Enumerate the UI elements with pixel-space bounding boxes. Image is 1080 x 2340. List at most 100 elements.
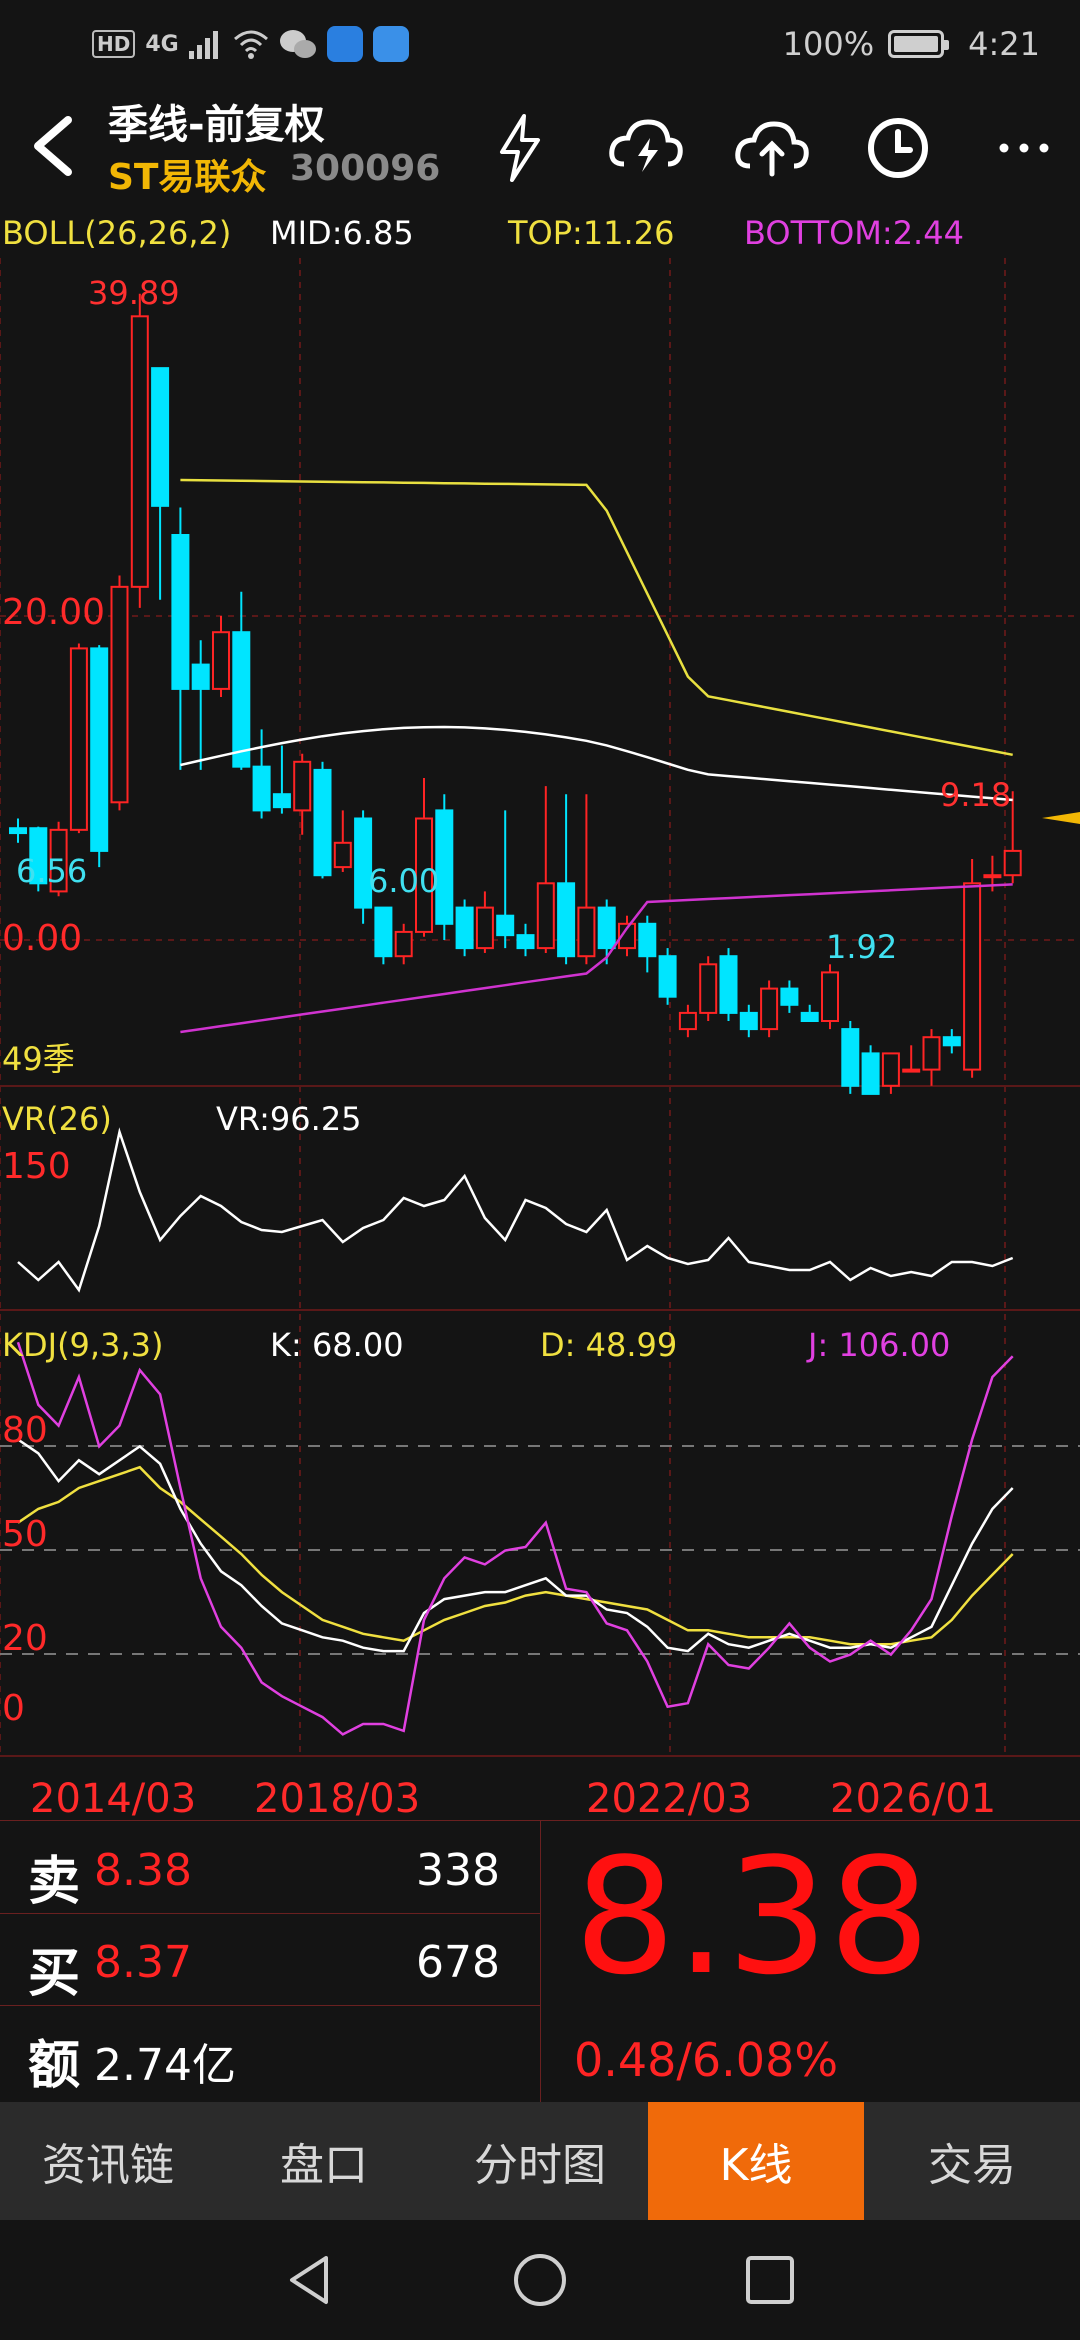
buy-row[interactable]: 买 8.37 678 <box>0 1913 540 2006</box>
wifi-icon <box>233 30 268 59</box>
sell-key: 卖 <box>28 1852 81 1912</box>
kline-chart[interactable] <box>0 206 1080 1770</box>
x-axis-label-1: 2014/03 <box>30 1776 197 1822</box>
cloud-upload-icon[interactable] <box>732 108 812 188</box>
candle-body <box>983 874 1002 879</box>
page-title: 季线-前复权 <box>108 102 325 148</box>
vr-line <box>17 1127 1014 1293</box>
buy-key: 买 <box>28 1944 81 2004</box>
boll-top: TOP:11.26 <box>508 214 675 252</box>
candle-body <box>861 1052 880 1095</box>
tab-kline[interactable]: K线 <box>648 2102 864 2220</box>
candle-body <box>658 955 677 998</box>
candle-body <box>597 906 616 950</box>
candle-body <box>536 882 555 950</box>
x-axis-label-4: 2026/01 <box>830 1776 997 1822</box>
candle-body <box>69 647 88 831</box>
candle-body <box>1003 849 1022 877</box>
candle-body <box>902 1068 921 1073</box>
lightning-icon[interactable] <box>480 108 560 188</box>
kdj-axis-20: 20 <box>2 1618 48 1659</box>
nav-back-icon[interactable] <box>280 2250 340 2310</box>
annotation-last-high: 9.18 <box>940 776 1012 814</box>
cloud-lightning-icon[interactable] <box>606 108 686 188</box>
candle-body <box>760 987 779 1031</box>
candle-body <box>475 906 494 950</box>
boll-top-line <box>180 478 1013 757</box>
candle-body <box>374 906 393 958</box>
candle-body <box>313 768 332 877</box>
vr-value: VR:96.25 <box>216 1100 362 1138</box>
back-icon[interactable] <box>20 106 90 186</box>
kdj-j-line <box>16 1341 1014 1736</box>
candle-body <box>252 765 271 812</box>
candle-body <box>719 955 738 1014</box>
candle-body <box>557 882 576 958</box>
quote-divider <box>540 1821 541 2103</box>
status-left: HD 4G <box>92 22 409 66</box>
status-right: 100% 4:21 <box>783 22 1040 66</box>
candle-body <box>821 971 839 1023</box>
candle-body <box>394 930 413 958</box>
candle-body <box>922 1036 941 1071</box>
last-price: 8.38 <box>574 1823 931 2010</box>
kdj-axis-0: 0 <box>2 1688 25 1729</box>
tab-intraday[interactable]: 分时图 <box>432 2102 648 2220</box>
annotation-low-mid: 6.00 <box>368 862 440 900</box>
boll-mid: MID:6.85 <box>270 214 414 252</box>
candle-body <box>942 1036 961 1047</box>
sell-row[interactable]: 卖 8.38 338 <box>0 1821 540 1914</box>
amount-key: 额 <box>28 2036 81 2096</box>
vr-label: VR(26) <box>2 1100 112 1138</box>
header: 季线-前复权 ST易联众 300096 <box>0 86 1080 206</box>
current-price-marker <box>1042 812 1080 824</box>
tab-trade[interactable]: 交易 <box>864 2102 1080 2220</box>
candle-body <box>780 987 799 1006</box>
annotation-low-right: 1.92 <box>826 928 898 966</box>
sell-price: 8.38 <box>94 1845 192 1896</box>
tab-news-chain[interactable]: 资讯链 <box>0 2102 216 2220</box>
price-change: 0.48/6.08% <box>574 2033 839 2087</box>
battery-icon <box>888 30 950 58</box>
kdj-j: J: 106.00 <box>808 1326 951 1364</box>
battery-percent: 100% <box>782 25 875 63</box>
nav-home-icon[interactable] <box>510 2250 570 2310</box>
candle-body <box>841 1028 860 1087</box>
kdj-label: KDJ(9,3,3) <box>2 1326 164 1364</box>
candle-body <box>739 1011 758 1031</box>
more-icon[interactable] <box>984 108 1064 188</box>
candle-body <box>516 934 535 950</box>
candle-body <box>577 906 596 958</box>
app-icon-2 <box>372 26 409 62</box>
candle-body <box>963 882 982 1071</box>
tab-bar: 资讯链 盘口 分时图 K线 交易 <box>0 2102 1080 2220</box>
quote-panel: 卖 8.38 338 买 8.37 678 额 2.74亿 8.38 0.48/… <box>0 1820 1080 2104</box>
boll-label: BOLL(26,26,2) <box>2 214 232 252</box>
sell-volume: 338 <box>416 1845 500 1896</box>
buy-price: 8.37 <box>94 1937 192 1988</box>
candle-body <box>881 1052 900 1087</box>
stock-code: 300096 <box>290 148 441 189</box>
candle-body <box>9 827 27 835</box>
kdj-d-line <box>17 1465 1014 1646</box>
annotation-high: 39.89 <box>88 274 180 312</box>
tab-order-book[interactable]: 盘口 <box>216 2102 432 2220</box>
candle-body <box>455 906 474 950</box>
candle-body <box>110 585 129 804</box>
buy-volume: 678 <box>416 1937 500 1988</box>
stock-name: ST易联众 <box>108 157 267 198</box>
clock-time: 4:21 <box>968 25 1040 63</box>
x-axis-label-2: 2018/03 <box>254 1776 421 1822</box>
annotation-low-left: 6.56 <box>16 852 88 890</box>
amount-row: 额 2.74亿 <box>0 2005 540 2097</box>
wechat-icon <box>279 30 316 58</box>
signal-icon <box>188 31 218 59</box>
kdj-axis-50: 50 <box>2 1514 48 1555</box>
boll-bottom: BOTTOM:2.44 <box>744 214 964 252</box>
candle-body <box>496 914 515 937</box>
app-icon-1 <box>326 26 363 62</box>
clock-icon[interactable] <box>858 108 938 188</box>
hd-icon: HD <box>92 30 136 58</box>
kdj-k: K: 68.00 <box>270 1326 404 1364</box>
nav-recents-icon[interactable] <box>740 2250 800 2310</box>
